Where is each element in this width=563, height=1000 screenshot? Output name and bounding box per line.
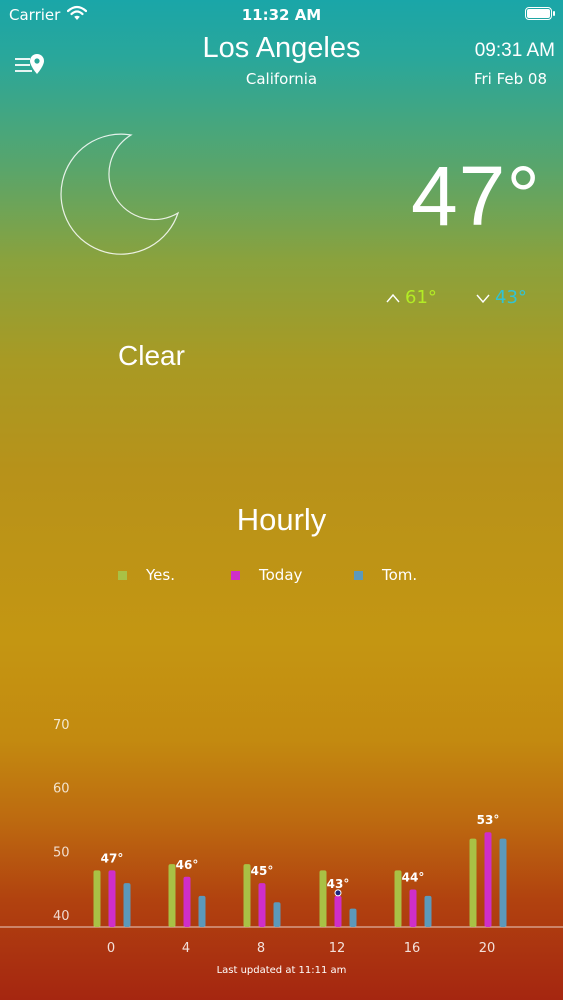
legend-item-today: Today — [231, 566, 302, 584]
chevron-up-icon — [386, 293, 400, 303]
bar-tom — [349, 908, 357, 927]
x-tick-label: 12 — [329, 941, 346, 956]
legend-label-today: Today — [259, 566, 303, 584]
bar-today — [484, 832, 492, 927]
legend-label-yesterday: Yes. — [146, 566, 175, 584]
low-temperature-value: 43° — [495, 287, 527, 308]
bar-yes — [394, 870, 402, 927]
moon-icon — [60, 133, 180, 255]
x-tick-label: 16 — [404, 941, 421, 956]
local-date: Fri Feb 08 — [473, 70, 547, 88]
bar-today — [334, 895, 342, 927]
data-label: 53° — [477, 813, 500, 827]
y-tick-label: 60 — [53, 782, 70, 797]
bar-yes — [469, 838, 477, 927]
legend-swatch-yesterday — [118, 571, 127, 580]
bar-tom — [424, 895, 432, 927]
bar-yes — [319, 870, 327, 927]
bar-yes — [93, 870, 101, 927]
data-label: 46° — [176, 858, 199, 872]
status-time: 11:32 AM — [241, 6, 322, 24]
x-tick-label: 20 — [479, 941, 496, 956]
bar-today — [183, 876, 191, 927]
bar-today — [409, 889, 417, 927]
legend-swatch-today — [231, 571, 240, 580]
legend-swatch-tomorrow — [354, 571, 363, 580]
x-tick-label: 0 — [107, 941, 115, 956]
bar-yes — [168, 864, 176, 927]
bar-tom — [273, 902, 281, 927]
hourly-title: Hourly — [236, 502, 327, 537]
legend-item-yesterday: Yes. — [118, 566, 175, 584]
y-tick-label: 40 — [53, 909, 70, 924]
battery-icon — [525, 7, 555, 20]
local-clock: 09:31 AM — [474, 40, 555, 61]
condition-label: Clear — [118, 340, 185, 371]
high-temperature-value: 61° — [405, 287, 437, 308]
data-label: 45° — [251, 864, 274, 878]
data-label: 44° — [402, 871, 425, 885]
x-tick-label: 4 — [182, 941, 190, 956]
last-updated: Last updated at 11:11 am — [216, 965, 347, 976]
chevron-down-icon — [476, 294, 490, 303]
data-label: 43° — [327, 877, 350, 891]
y-tick-label: 50 — [53, 845, 70, 860]
x-tick-label: 8 — [257, 941, 265, 956]
hourly-chart: 70 60 50 40 0 47° 4 46° 8 45° 12 43° 16 44° 20 53° — [0, 718, 563, 956]
bar-today — [108, 870, 116, 927]
y-tick-label: 70 — [53, 718, 70, 733]
bar-tom — [499, 838, 507, 927]
status-bar: Carrier 11:32 AM — [0, 0, 563, 28]
bar-yes — [243, 864, 251, 927]
bar-tom — [123, 883, 131, 927]
bar-today — [258, 883, 266, 927]
legend-item-tomorrow: Tom. — [354, 566, 417, 584]
current-hour-marker — [334, 889, 342, 897]
high-temperature: 61° — [386, 287, 437, 308]
low-temperature: 43° — [476, 287, 527, 308]
current-temperature: 47° — [410, 149, 541, 243]
bar-tom — [198, 895, 206, 927]
legend-label-tomorrow: Tom. — [382, 566, 418, 584]
data-label: 47° — [101, 851, 124, 865]
